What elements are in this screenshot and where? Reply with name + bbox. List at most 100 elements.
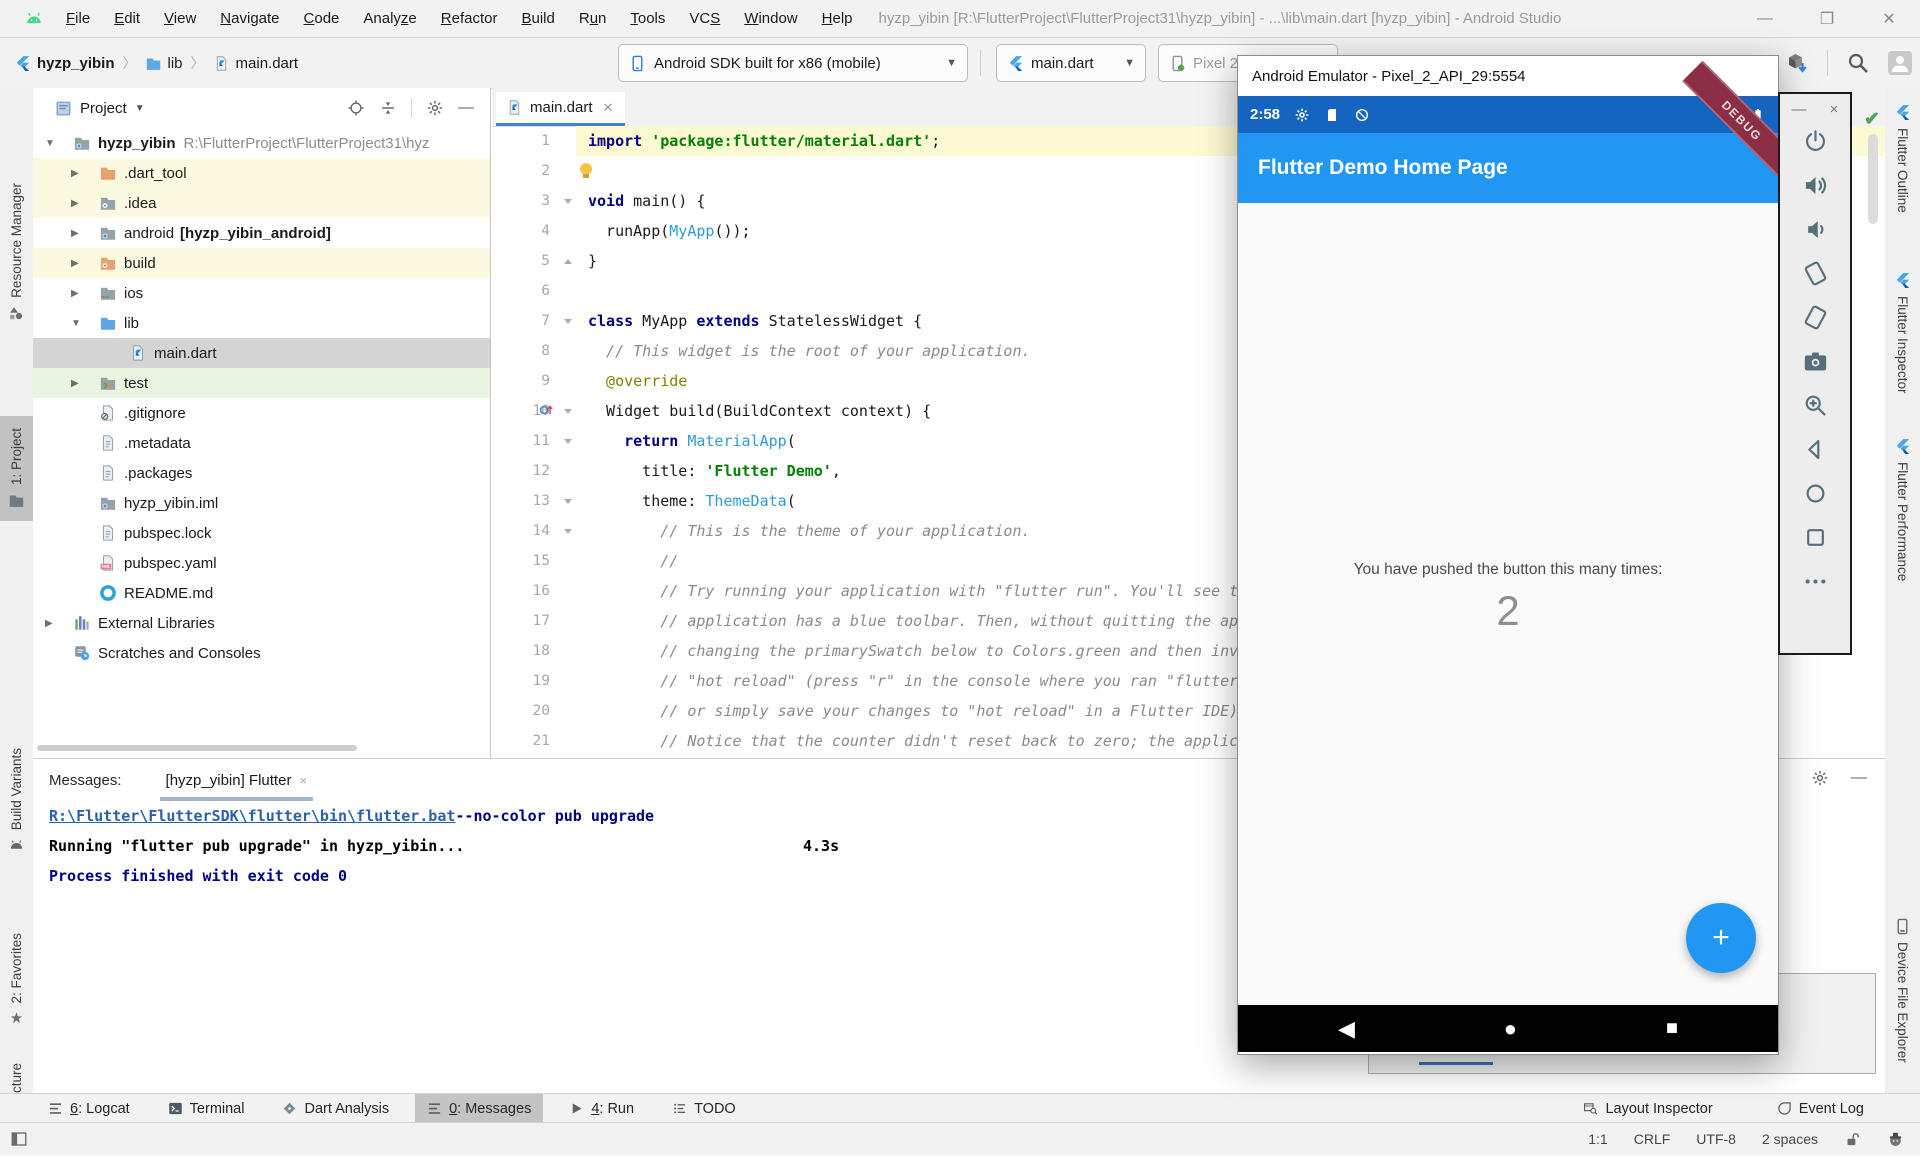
fold-marker-icon[interactable] (560, 319, 576, 324)
toolwindow-button-4-run[interactable]: 4: Run (557, 1094, 646, 1123)
menu-refactor[interactable]: Refactor (429, 10, 510, 27)
collapse-arrow-icon[interactable]: ▼ (45, 138, 55, 149)
nav-back-icon[interactable]: ◀ (1338, 1016, 1355, 1042)
menu-run[interactable]: Run (567, 10, 619, 27)
expand-arrow-icon[interactable]: ▶ (45, 618, 53, 629)
tree-row-dart-tool[interactable]: ▶.dart_tool (33, 158, 490, 188)
menu-tools[interactable]: Tools (618, 10, 677, 27)
tree-row-readme-md[interactable]: README.md (33, 578, 490, 608)
toolwindow-button-todo[interactable]: TODO (660, 1094, 748, 1123)
tree-row-lib[interactable]: ▼lib (33, 308, 490, 338)
menu-view[interactable]: View (152, 10, 208, 27)
tree-row-ios[interactable]: ▶ios (33, 278, 490, 308)
toolwindow-button-dart-analysis[interactable]: Dart Analysis (270, 1094, 401, 1123)
tree-row-test[interactable]: ▶test (33, 368, 490, 398)
zoom-in-icon[interactable] (1802, 392, 1829, 419)
menu-navigate[interactable]: Navigate (208, 10, 291, 27)
collapse-all-icon[interactable] (379, 99, 397, 117)
menu-window[interactable]: Window (732, 10, 809, 27)
menu-edit[interactable]: Edit (102, 10, 152, 27)
breadcrumb-lib[interactable]: lib (145, 55, 183, 72)
toolwindow-button-6-logcat[interactable]: 6: Logcat (36, 1094, 142, 1123)
nav-overview-icon[interactable] (1802, 524, 1829, 551)
fold-marker-icon[interactable] (560, 499, 576, 504)
tool-window-toggle-icon[interactable] (10, 1130, 28, 1148)
editor-scrollbar[interactable] (1868, 134, 1878, 224)
gear-icon[interactable] (426, 99, 444, 117)
avatar[interactable] (1888, 51, 1912, 75)
tree-row-idea[interactable]: ▶.idea (33, 188, 490, 218)
locate-file-icon[interactable] (347, 99, 365, 117)
close-tab-icon[interactable]: ✕ (603, 100, 614, 116)
tree-row-packages[interactable]: .packages (33, 458, 490, 488)
stripe-tab-2-favorites[interactable]: 2: Favorites★ (0, 933, 33, 1026)
inspection-ok-icon[interactable]: ✔ (1864, 108, 1880, 131)
power-icon[interactable] (1802, 128, 1829, 155)
tree-row-external-libraries[interactable]: ▶External Libraries (33, 608, 490, 638)
expand-arrow-icon[interactable]: ▶ (71, 258, 79, 269)
tree-row-hyzp-yibin-iml[interactable]: hyzp_yibin.iml (33, 488, 490, 518)
tree-row-android[interactable]: ▶android[hyzp_yibin_android] (33, 218, 490, 248)
close-button[interactable]: ✕ (1858, 9, 1920, 29)
expand-arrow-icon[interactable]: ▶ (71, 288, 79, 299)
gear-icon[interactable] (1811, 769, 1829, 787)
collapse-arrow-icon[interactable]: ▼ (71, 318, 81, 329)
toolwindow-button-event-log[interactable]: Event Log (1765, 1094, 1876, 1123)
nav-overview-icon[interactable]: ■ (1666, 1017, 1678, 1040)
hide-panel-icon[interactable]: — (458, 99, 474, 117)
tree-row-scratches-and-consoles[interactable]: Scratches and Consoles (33, 638, 490, 668)
tree-row-pubspec-yaml[interactable]: YMLpubspec.yaml (33, 548, 490, 578)
minimize-button[interactable]: — (1734, 10, 1796, 28)
fold-marker-icon[interactable] (560, 529, 576, 534)
nav-home-icon[interactable] (1802, 480, 1829, 507)
ide-face-icon[interactable] (1887, 1131, 1904, 1148)
stripe-tab-flutter-outline[interactable]: Flutter Outline (1885, 104, 1920, 213)
file-encoding[interactable]: UTF-8 (1696, 1131, 1736, 1147)
console-file-link[interactable]: R:\Flutter\FlutterSDK\flutter\bin\flutte… (49, 807, 455, 825)
hide-panel-icon[interactable]: — (1851, 769, 1867, 787)
increment-fab-button[interactable]: + (1686, 903, 1756, 973)
volume-down-icon[interactable] (1802, 216, 1829, 243)
tree-row-main-dart[interactable]: main.dart (33, 338, 490, 368)
menu-analyze[interactable]: Analyze (351, 10, 428, 27)
intention-bulb-icon[interactable] (580, 163, 592, 175)
rotate-right-icon[interactable] (1802, 304, 1829, 331)
toolwindow-button-terminal[interactable]: Terminal (156, 1094, 257, 1123)
tree-row-metadata[interactable]: .metadata (33, 428, 490, 458)
menu-help[interactable]: Help (810, 10, 865, 27)
tree-row-pubspec-lock[interactable]: pubspec.lock (33, 518, 490, 548)
restore-button[interactable]: ❐ (1796, 9, 1858, 29)
breadcrumb-main-dart[interactable]: main.dart (213, 55, 299, 72)
expand-arrow-icon[interactable]: ▶ (71, 228, 79, 239)
menu-code[interactable]: Code (292, 10, 352, 27)
stripe-tab-device-file-explorer[interactable]: Device File Explorer (1885, 918, 1920, 1063)
override-marker-icon[interactable] (538, 402, 554, 418)
run-config-selector[interactable]: main.dart ▼ (996, 44, 1146, 82)
tree-row-gitignore[interactable]: .gitignore (33, 398, 490, 428)
stripe-tab-resource-manager[interactable]: Resource Manager (0, 183, 33, 322)
volume-up-icon[interactable] (1802, 172, 1829, 199)
emulator-close-button[interactable]: × (1830, 101, 1839, 118)
chevron-down-icon[interactable]: ▼ (135, 103, 145, 114)
tab-main-dart[interactable]: main.dart ✕ (496, 92, 625, 126)
camera-icon[interactable] (1802, 348, 1829, 375)
project-panel-title[interactable]: Project (80, 100, 127, 117)
sdk-manager-icon[interactable] (1785, 51, 1809, 75)
expand-arrow-icon[interactable]: ▶ (71, 198, 79, 209)
fold-marker-icon[interactable] (560, 439, 576, 444)
close-tab-icon[interactable]: × (299, 773, 307, 788)
lock-icon[interactable] (1844, 1131, 1861, 1148)
search-icon[interactable] (1846, 51, 1870, 75)
stripe-tab-flutter-performance[interactable]: Flutter Performance (1885, 438, 1920, 581)
nav-home-icon[interactable]: ● (1504, 1016, 1517, 1042)
toolwindow-button-layout-inspector[interactable]: Layout Inspector (1571, 1094, 1724, 1123)
more-icon[interactable] (1802, 568, 1829, 595)
indent-setting[interactable]: 2 spaces (1762, 1131, 1818, 1147)
stripe-tab-flutter-inspector[interactable]: Flutter Inspector (1885, 272, 1920, 394)
tree-row-hyzp-yibin[interactable]: ▼hyzp_yibinR:\FlutterProject\FlutterProj… (33, 128, 490, 158)
expand-arrow-icon[interactable]: ▶ (71, 378, 79, 389)
line-separator[interactable]: CRLF (1634, 1131, 1671, 1147)
menu-build[interactable]: Build (509, 10, 566, 27)
fold-marker-icon[interactable] (560, 409, 576, 414)
breadcrumb-hyzp-yibin[interactable]: hyzp_yibin (14, 55, 115, 72)
